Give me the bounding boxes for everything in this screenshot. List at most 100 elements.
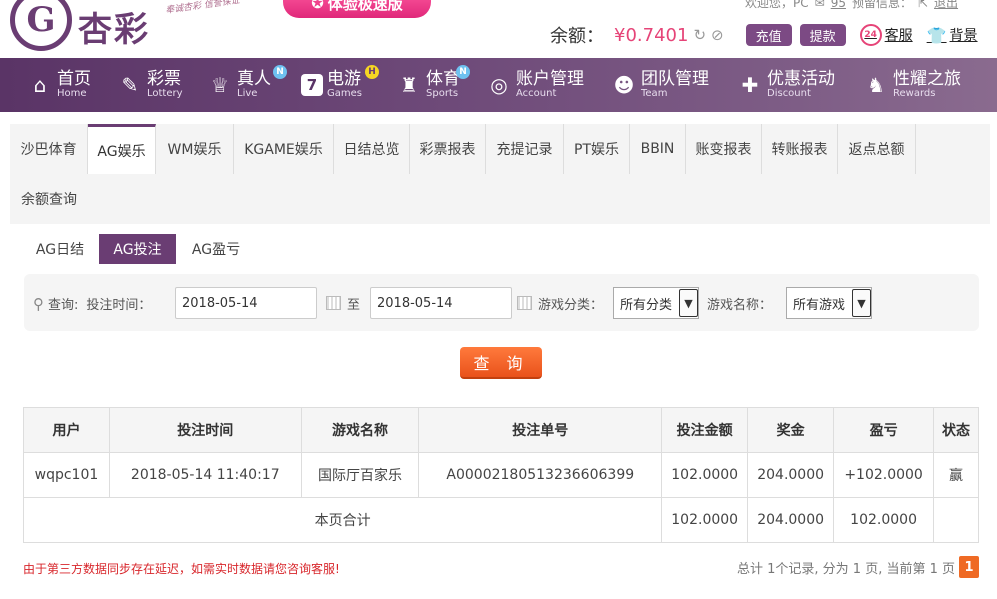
col-header-game-name[interactable]: 游戏名称 [300,407,420,453]
search-icon: ⚲ [33,294,44,313]
cell-bet-time: 2018-05-14 11:40:17 [108,452,302,498]
promo-icon: ✪ [311,0,324,12]
bet-time-label: 投注时间： [86,298,152,313]
nav-title: 团队管理 [641,69,709,89]
cell-total-bet: 102.0000 [661,497,749,543]
logo-emblem: G [10,0,72,51]
home-icon: ⌂ [33,73,47,97]
nav-title: 体育 [426,69,460,89]
cell-bet-number: A00002180513236606399 [418,452,663,498]
header: G 杏彩 奉诚杏彩 信誉保证 ✪ 体验极速版 欢迎您，PC ✉ 95 预留信息：… [0,0,997,58]
nav-item-discount[interactable]: ✚ 优惠活动 Discount [737,58,835,112]
trophy-icon: ♜ [400,73,418,97]
cell-total-label: 本页合计 [22,497,663,543]
dealer-icon: ♕ [211,73,229,97]
eye-off-icon[interactable]: ⊘ [711,26,724,44]
logout-icon[interactable]: ⇱ [918,0,928,10]
cell-bonus: 204.0000 [747,452,835,498]
nav-item-team[interactable]: ☻ 团队管理 Team [611,58,709,112]
nav-title: 性耀之旅 [893,69,961,89]
customer-service-icon: 24 [859,24,882,46]
cell-total-status [933,497,979,543]
col-header-bonus[interactable]: 奖金 [747,407,835,453]
tab-rebate-total[interactable]: 返点总额 [838,124,916,174]
nav-item-account[interactable]: ◎ 账户管理 Account [486,58,584,112]
tab-daily-overview[interactable]: 日结总览 [334,124,410,174]
hot-badge: H [365,65,379,79]
tab-saba-sports[interactable]: 沙巴体育 [10,124,88,174]
tab-balance-query[interactable]: 余额查询 [10,174,88,224]
nav-subtitle: Games [327,88,362,99]
mail-count[interactable]: 95 [831,0,846,10]
deposit-button[interactable]: 充值 [745,24,792,46]
game-select-value: 所有游戏 [793,297,846,313]
nav-subtitle: Account [516,88,557,99]
nav-item-games[interactable]: 7 电游 Games H [301,58,379,112]
nav-item-live[interactable]: ♕ 真人 Live N [207,58,287,112]
col-header-status[interactable]: 状态 [933,407,979,453]
category-select-value: 所有分类 [620,297,673,313]
col-header-bet-number[interactable]: 投注单号 [418,407,663,453]
tab-deposit-records[interactable]: 充提记录 [486,124,564,174]
report-tabs: 沙巴体育 AG娱乐 WM娱乐 KGAME娱乐 日结总览 彩票报表 充提记录 PT… [10,124,990,224]
game-select[interactable]: 所有游戏 ▼ [786,287,872,319]
tab-balance-change-report[interactable]: 账变报表 [686,124,762,174]
cell-bet-amount: 102.0000 [661,452,749,498]
query-label: 查询: [48,298,79,313]
col-header-user[interactable]: 用户 [23,407,110,453]
new-badge: N [273,65,287,79]
filter-bar: ⚲ 查询: 投注时间： 2018-05-14 至 2018-05-14 游戏分类… [24,274,979,331]
nav-subtitle: Home [57,88,87,99]
site-logo[interactable]: G 杏彩 [10,0,150,51]
top-info-line: 欢迎您，PC ✉ 95 预留信息： ⇱ 退出 [745,0,958,11]
nav-item-home[interactable]: ⌂ 首页 Home [27,58,91,112]
nav-title: 彩票 [147,69,181,89]
logo-text: 杏彩 [78,10,150,50]
category-select[interactable]: 所有分类 ▼ [613,287,699,319]
tab-transfer-report[interactable]: 转账报表 [762,124,838,174]
calendar-icon[interactable] [326,296,341,310]
col-header-bet-time[interactable]: 投注时间 [108,407,302,453]
query-button[interactable]: 查 询 [460,347,542,379]
col-header-bet-amount[interactable]: 投注金额 [661,407,749,453]
tab-wm-entertainment[interactable]: WM娱乐 [156,124,234,174]
pagination-summary: 总计 1个记录, 分为 1 页, 当前第 1 页 [736,561,955,577]
calendar-icon[interactable] [517,296,532,310]
rewards-icon: ♞ [867,73,885,97]
chevron-down-icon: ▼ [679,289,698,317]
logout-link[interactable]: 退出 [934,0,958,11]
tab-kgame-entertainment[interactable]: KGAME娱乐 [234,124,334,174]
tab-pt-entertainment[interactable]: PT娱乐 [564,124,630,174]
table-row: wqpc101 2018-05-14 11:40:17 国际厅百家乐 A0000… [23,452,979,498]
background-link[interactable]: 👕 背景 [927,25,978,45]
cell-total-bonus: 204.0000 [747,497,835,543]
nav-title: 电游 [327,69,361,89]
nav-item-lottery[interactable]: ✎ 彩票 Lottery [117,58,183,112]
customer-service-link[interactable]: 24 客服 [859,24,913,46]
sync-delay-note: 由于第三方数据同步存在延迟，如需实时数据请您咨询客服! [23,562,340,576]
nav-item-sports[interactable]: ♜ 体育 Sports N [396,58,470,112]
page-number-current[interactable]: 1 [959,556,979,578]
account-icon: ◎ [490,73,508,97]
subtab-ag-bets[interactable]: AG投注 [99,234,176,264]
new-badge: N [456,65,470,79]
tab-bbin[interactable]: BBIN [630,124,686,174]
balance-label: 余额： [550,26,604,47]
start-date-input[interactable]: 2018-05-14 [175,287,317,319]
tab-lottery-report[interactable]: 彩票报表 [410,124,486,174]
col-header-profit[interactable]: 盈亏 [833,407,935,453]
query-label-group: ⚲ 查询: 投注时间： [33,294,152,314]
nav-title: 优惠活动 [767,69,835,89]
nav-subtitle: Lottery [147,88,183,99]
end-date-input[interactable]: 2018-05-14 [370,287,512,319]
refresh-icon[interactable]: ↻ [693,26,706,44]
nav-subtitle: Discount [767,88,811,99]
promo-button[interactable]: ✪ 体验极速版 [283,0,431,18]
subtab-ag-daily[interactable]: AG日结 [24,234,96,264]
background-label: 背景 [949,28,978,44]
mail-icon[interactable]: ✉ [815,0,825,10]
nav-item-rewards[interactable]: ♞ 性耀之旅 Rewards [863,58,961,112]
withdraw-button[interactable]: 提款 [799,24,846,46]
tab-ag-entertainment[interactable]: AG娱乐 [88,124,156,174]
subtab-ag-profit[interactable]: AG盈亏 [180,234,252,264]
